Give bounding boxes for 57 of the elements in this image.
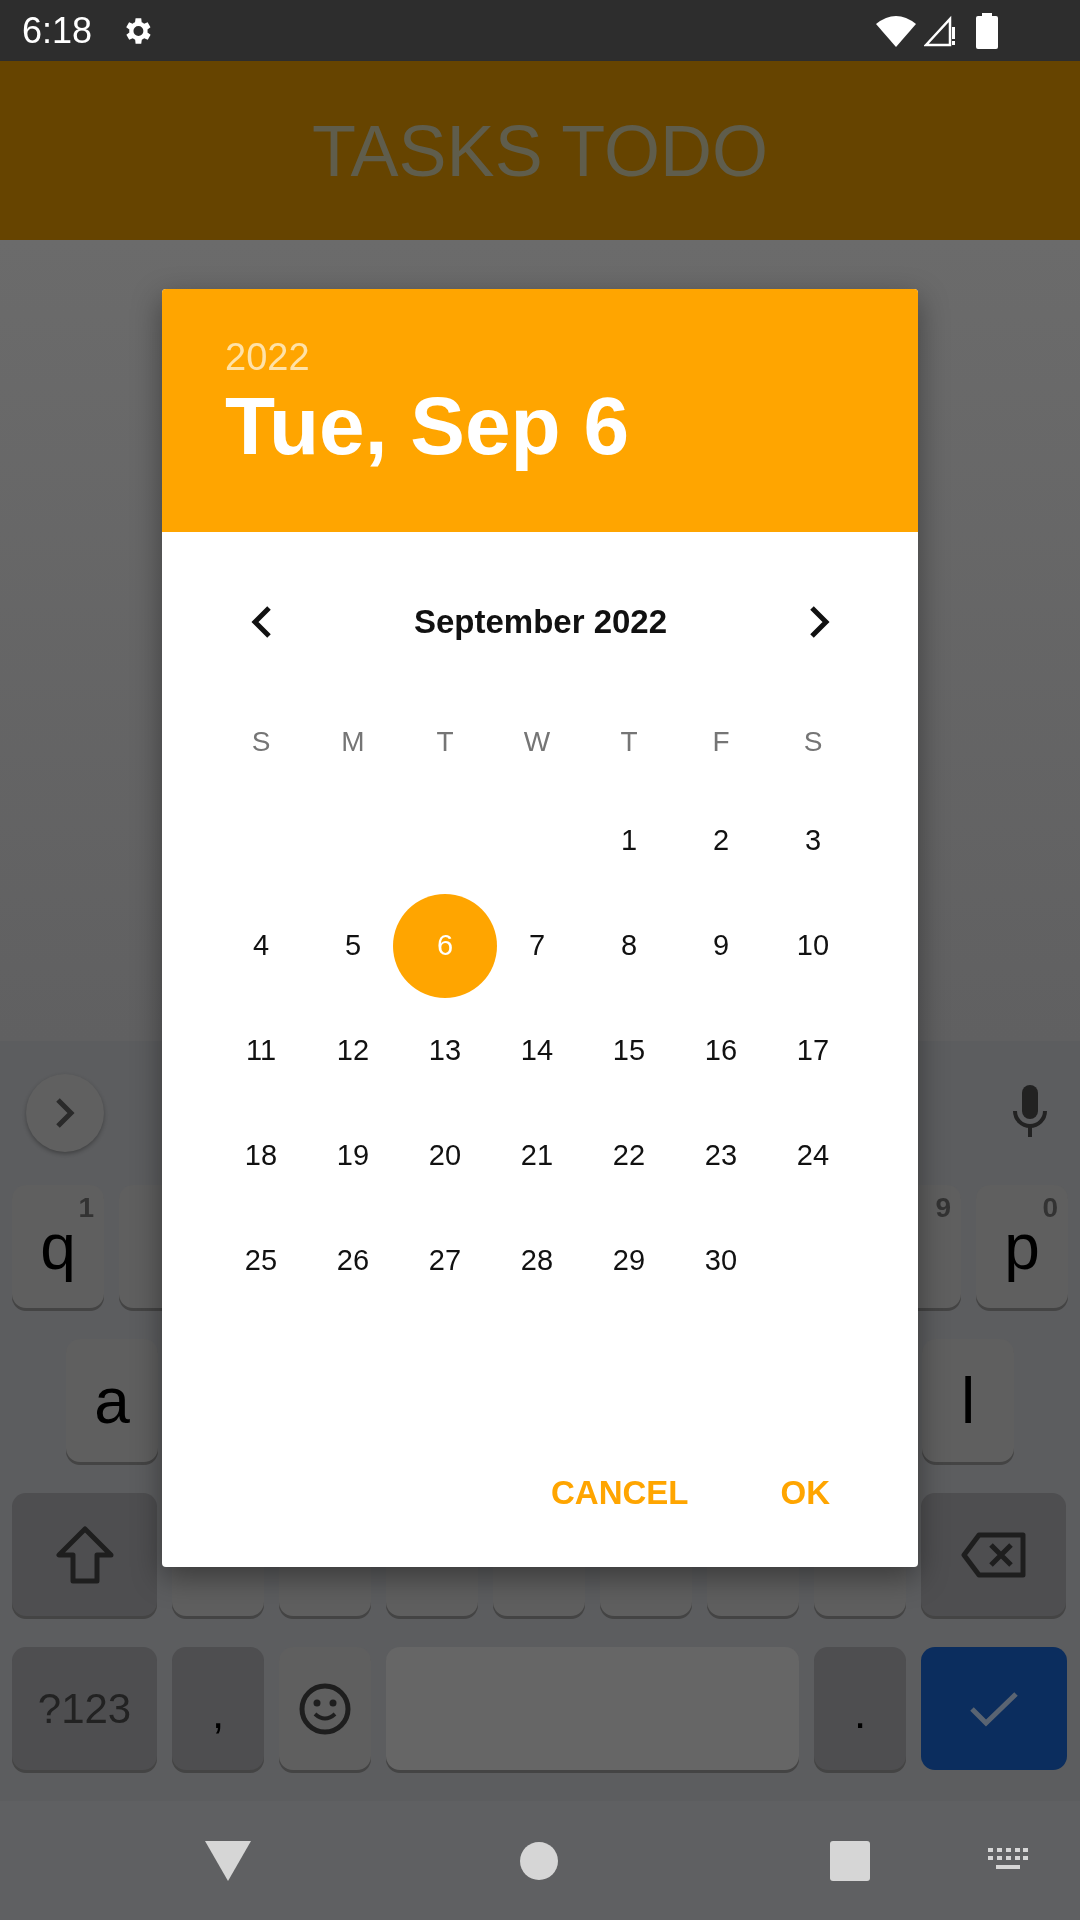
calendar-day[interactable]: 15 [594, 1015, 664, 1086]
weekday-label: F [712, 725, 730, 759]
weekday-label: T [620, 725, 638, 759]
recents-icon[interactable] [830, 1840, 870, 1881]
calendar-day[interactable]: 28 [502, 1225, 572, 1296]
home-icon[interactable] [519, 1840, 559, 1881]
calendar-day[interactable]: 20 [410, 1120, 480, 1191]
chevron-right-icon [55, 1097, 75, 1130]
weekday-label: M [341, 725, 365, 759]
calendar-day[interactable]: 3 [778, 805, 848, 876]
expand-button[interactable] [26, 1074, 104, 1153]
wifi-icon [876, 14, 916, 47]
weekday-label: S [803, 725, 823, 759]
calendar-day[interactable]: 11 [226, 1015, 296, 1086]
calendar-day[interactable]: 9 [686, 910, 756, 981]
calendar-day[interactable]: 24 [778, 1120, 848, 1191]
shift-key[interactable] [12, 1493, 157, 1617]
calendar-day[interactable]: 1 [594, 805, 664, 876]
calendar-day[interactable]: 14 [502, 1015, 572, 1086]
calendar-day[interactable]: 10 [778, 910, 848, 981]
signal-icon [924, 14, 958, 47]
calendar-day[interactable]: 8 [594, 910, 664, 981]
battery-icon [976, 12, 998, 49]
shift-icon [54, 1525, 115, 1584]
calendar-day[interactable]: 2 [686, 805, 756, 876]
enter-key[interactable] [921, 1647, 1067, 1771]
backspace-icon [960, 1531, 1027, 1578]
weekday-label: T [436, 725, 454, 759]
backspace-key[interactable] [921, 1493, 1066, 1617]
check-icon [969, 1690, 1019, 1727]
calendar-day[interactable]: 12 [318, 1015, 388, 1086]
weekday-label: W [523, 725, 551, 759]
calendar-day[interactable]: 17 [778, 1015, 848, 1086]
weekday-label: S [251, 725, 271, 759]
month-title: September 2022 [413, 602, 668, 643]
calendar-day[interactable]: 21 [502, 1120, 572, 1191]
calendar-day[interactable]: 22 [594, 1120, 664, 1191]
calendar-day[interactable]: 7 [502, 910, 572, 981]
next-month-icon[interactable] [809, 605, 831, 639]
calendar-day[interactable]: 13 [410, 1015, 480, 1086]
clock: 6:18 [22, 8, 93, 53]
calendar-day[interactable]: 18 [226, 1120, 296, 1191]
back-icon[interactable] [205, 1840, 251, 1881]
calendar-day[interactable]: 30 [686, 1225, 756, 1296]
calendar-day[interactable]: 29 [594, 1225, 664, 1296]
previous-month-icon[interactable] [250, 605, 272, 639]
calendar-day[interactable]: 25 [226, 1225, 296, 1296]
smiley-icon [299, 1682, 351, 1735]
calendar-day[interactable]: 23 [686, 1120, 756, 1191]
calendar-day[interactable]: 26 [318, 1225, 388, 1296]
calendar-day[interactable]: 16 [686, 1015, 756, 1086]
app-title: TASKS TODO [311, 109, 769, 193]
selected-date: Tue, Sep 6 [225, 378, 631, 473]
calendar-day[interactable]: 5 [318, 910, 388, 981]
calendar-day[interactable]: 4 [226, 910, 296, 981]
calendar-day[interactable]: 27 [410, 1225, 480, 1296]
calendar-day[interactable]: 19 [318, 1120, 388, 1191]
